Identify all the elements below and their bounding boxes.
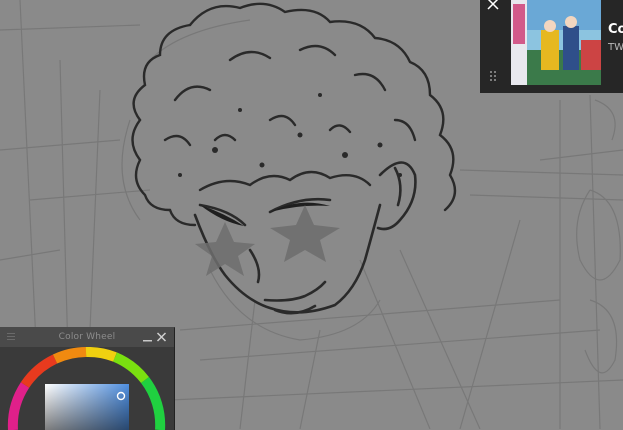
color-picker[interactable] (0, 347, 174, 430)
track-title[interactable]: Co (608, 22, 623, 37)
close-icon[interactable] (486, 0, 500, 11)
color-wheel-titlebar[interactable]: Color Wheel (0, 328, 174, 347)
close-icon[interactable] (155, 329, 168, 345)
drag-handle-icon[interactable] (488, 70, 498, 84)
color-wheel-body (0, 347, 174, 430)
minimize-icon[interactable] (141, 329, 154, 345)
color-wheel-panel: Color Wheel (0, 327, 175, 430)
album-art (511, 0, 601, 85)
track-artist: TW (608, 42, 623, 53)
media-notification: Co TW (480, 0, 623, 93)
